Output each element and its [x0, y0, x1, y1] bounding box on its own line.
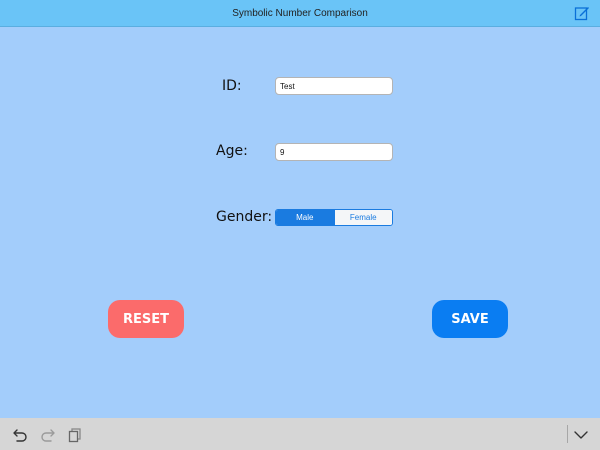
gender-option-male[interactable]: Male: [276, 210, 334, 225]
keyboard-shortcut-bar: [0, 418, 600, 450]
age-field[interactable]: [275, 143, 393, 161]
id-label: ID:: [222, 78, 242, 94]
gender-label: Gender:: [216, 209, 273, 225]
clipboard-icon[interactable]: [67, 427, 83, 443]
chevron-down-icon[interactable]: [573, 427, 589, 443]
gender-option-female[interactable]: Female: [333, 210, 392, 225]
reset-button[interactable]: RESET: [108, 300, 184, 338]
id-field[interactable]: [275, 77, 393, 95]
toolbar-divider: [567, 425, 568, 443]
age-label: Age:: [216, 143, 248, 159]
save-button[interactable]: SAVE: [432, 300, 508, 338]
gender-segmented-control: Male Female: [275, 209, 393, 226]
page-title: Symbolic Number Comparison: [232, 8, 368, 19]
navigation-bar: Symbolic Number Comparison: [0, 0, 600, 27]
undo-icon[interactable]: [12, 427, 28, 443]
redo-icon[interactable]: [40, 427, 56, 443]
compose-icon[interactable]: [574, 5, 590, 21]
